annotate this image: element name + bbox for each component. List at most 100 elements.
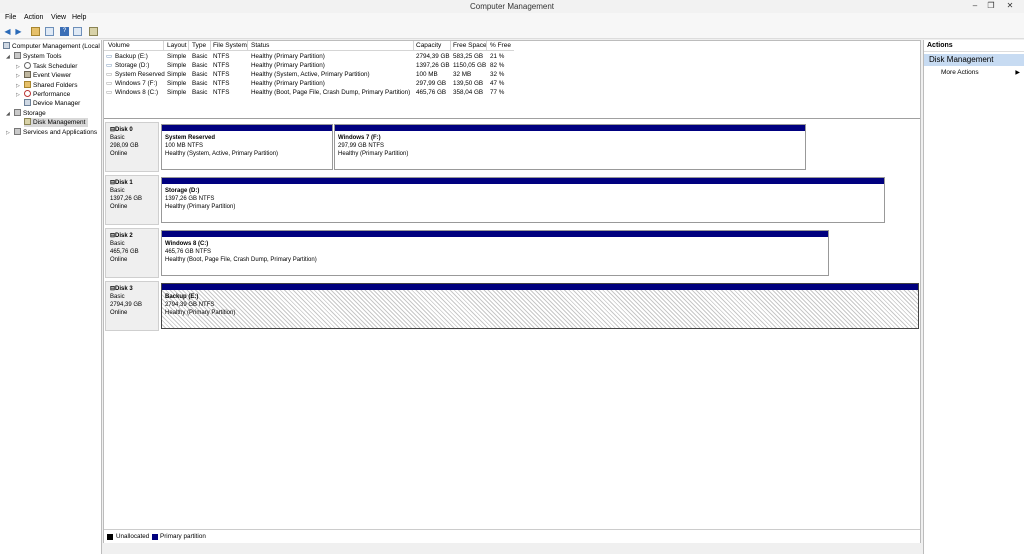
forward-arrow-icon[interactable]: ▶ [14, 27, 23, 36]
column-divider[interactable] [486, 41, 487, 51]
partition-size: 297,99 GB NTFS [338, 143, 385, 149]
tree-item-computer-management[interactable]: Computer Management (Local [3, 42, 100, 51]
volume-type: Basic [192, 80, 208, 87]
tree-item-device-manager[interactable]: Device Manager [24, 99, 80, 108]
collapse-icon[interactable]: ◢ [6, 111, 10, 117]
partition-status: Healthy (Boot, Page File, Crash Dump, Pr… [165, 257, 317, 263]
tree-item-task-scheduler[interactable]: Task Scheduler [24, 62, 77, 71]
disk-size: 465,76 GB [110, 249, 139, 255]
column-divider[interactable] [163, 41, 164, 51]
partition-block[interactable]: Windows 7 (F:) 297,99 GB NTFS Healthy (P… [334, 124, 806, 170]
expand-icon[interactable]: ▷ [6, 130, 10, 136]
volume-capacity: 465,76 GB [416, 89, 447, 96]
disk-name: Disk 0 [115, 127, 133, 133]
tree-item-storage[interactable]: Storage [14, 109, 46, 118]
partition-status: Healthy (Primary Partition) [338, 151, 409, 157]
tree-item-event-viewer[interactable]: Event Viewer [24, 71, 71, 80]
volume-row[interactable]: ▭ System Reserved Simple Basic NTFS Heal… [104, 70, 514, 79]
volume-name: System Reserved [115, 71, 165, 78]
menu-file[interactable]: File [5, 14, 16, 21]
column-divider[interactable] [413, 41, 414, 51]
volume-file-system: NTFS [213, 71, 230, 78]
partition-block-selected[interactable]: Backup (E:) 2794,39 GB NTFS Healthy (Pri… [161, 283, 919, 329]
legend-unallocated: Unallocated [116, 533, 150, 540]
volume-disk-icon: ▭ [106, 80, 112, 87]
partition-block[interactable]: Storage (D:) 1397,26 GB NTFS Healthy (Pr… [161, 177, 885, 223]
column-divider[interactable] [450, 41, 451, 51]
volume-capacity: 2794,39 GB [416, 53, 450, 60]
tree-item-shared-folders[interactable]: Shared Folders [24, 81, 77, 90]
disk-info[interactable]: ⊟Disk 3 Basic 2794,39 GB Online [105, 281, 159, 331]
shared-folder-icon [24, 81, 31, 88]
column-header-status[interactable]: Status [251, 42, 269, 49]
expand-icon[interactable]: ▷ [16, 92, 20, 98]
menu-action[interactable]: Action [24, 14, 43, 21]
volume-row[interactable]: ▭ Windows 8 (C:) Simple Basic NTFS Healt… [104, 88, 514, 97]
expand-icon[interactable]: ▷ [16, 73, 20, 79]
expand-icon[interactable]: ▷ [16, 64, 20, 70]
primary-partition-bar [162, 178, 884, 184]
title-bar: Computer Management – ❐ ✕ [0, 0, 1024, 13]
disk-info[interactable]: ⊟Disk 2 Basic 465,76 GB Online [105, 228, 159, 278]
primary-partition-bar [162, 231, 828, 237]
volume-file-system: NTFS [213, 53, 230, 60]
column-divider[interactable] [188, 41, 189, 51]
more-actions-link[interactable]: More Actions [941, 69, 979, 76]
tree-item-disk-management[interactable]: Disk Management [24, 118, 89, 127]
disk-type: Basic [110, 241, 125, 247]
disk-state: Online [110, 204, 128, 210]
partition-block[interactable]: System Reserved 100 MB NTFS Healthy (Sys… [161, 124, 333, 170]
column-header-layout[interactable]: Layout [167, 42, 187, 49]
minimize-button[interactable]: – [968, 0, 982, 11]
column-header-free-space[interactable]: Free Space [453, 42, 487, 49]
legend-primary-partition: Primary partition [160, 533, 206, 540]
disk-management-icon[interactable] [89, 27, 98, 36]
volume-free-space: 358,04 GB [453, 89, 484, 96]
disk-name: Disk 1 [115, 180, 133, 186]
show-hide-tree-icon[interactable] [45, 27, 54, 36]
back-arrow-icon[interactable]: ◀ [3, 27, 12, 36]
column-divider[interactable] [247, 41, 248, 51]
actions-section-disk-management[interactable]: Disk Management [924, 54, 1024, 66]
toolbar: ◀ ▶ ? [0, 24, 1024, 39]
volume-status: Healthy (Boot, Page File, Crash Dump, Pr… [251, 89, 411, 96]
volume-status: Healthy (System, Active, Primary Partiti… [251, 71, 370, 78]
collapse-icon[interactable]: ◢ [6, 54, 10, 60]
storage-icon [14, 109, 21, 116]
column-header-type[interactable]: Type [192, 42, 206, 49]
tools-icon [14, 52, 21, 59]
volume-disk-icon: ▭ [106, 89, 112, 96]
partition-legend: Unallocated Primary partition [104, 529, 920, 543]
volume-name: Windows 7 (F:) [115, 80, 158, 87]
clock-icon [24, 62, 31, 69]
expand-icon[interactable]: ▷ [16, 83, 20, 89]
disk-info[interactable]: ⊟Disk 1 Basic 1397,26 GB Online [105, 175, 159, 225]
tree-item-system-tools[interactable]: System Tools [14, 52, 62, 61]
properties-icon[interactable] [73, 27, 82, 36]
column-header-capacity[interactable]: Capacity [416, 42, 441, 49]
disk-graphical-view: ⊟Disk 0 Basic 298,09 GB Online System Re… [104, 118, 920, 528]
column-divider[interactable] [210, 41, 211, 51]
menu-view[interactable]: View [51, 14, 66, 21]
volume-row[interactable]: ▭ Windows 7 (F:) Simple Basic NTFS Healt… [104, 79, 514, 88]
volume-name: Windows 8 (C:) [115, 89, 159, 96]
column-header-file-system[interactable]: File System [213, 42, 247, 49]
tree-item-performance[interactable]: Performance [24, 90, 70, 99]
tree-item-services-applications[interactable]: Services and Applications [14, 128, 97, 137]
disk-info[interactable]: ⊟Disk 0 Basic 298,09 GB Online [105, 122, 159, 172]
volume-row[interactable]: ▭ Backup (E:) Simple Basic NTFS Healthy … [104, 52, 514, 61]
help-icon[interactable]: ? [60, 27, 69, 36]
maximize-button[interactable]: ❐ [984, 0, 998, 11]
column-header-volume[interactable]: Volume [108, 42, 130, 49]
volume-percent-free: 32 % [490, 71, 505, 78]
close-button[interactable]: ✕ [1002, 0, 1018, 11]
partition-size: 2794,39 GB NTFS [165, 302, 215, 308]
volume-row[interactable]: ▭ Storage (D:) Simple Basic NTFS Healthy… [104, 61, 514, 70]
menu-help[interactable]: Help [72, 14, 86, 21]
submenu-arrow-icon[interactable]: ▶ [1015, 69, 1020, 76]
services-icon [14, 128, 21, 135]
volume-file-system: NTFS [213, 62, 230, 69]
up-folder-icon[interactable] [31, 27, 40, 36]
partition-block[interactable]: Windows 8 (C:) 465,76 GB NTFS Healthy (B… [161, 230, 829, 276]
column-header-percent-free[interactable]: % Free [490, 42, 511, 49]
